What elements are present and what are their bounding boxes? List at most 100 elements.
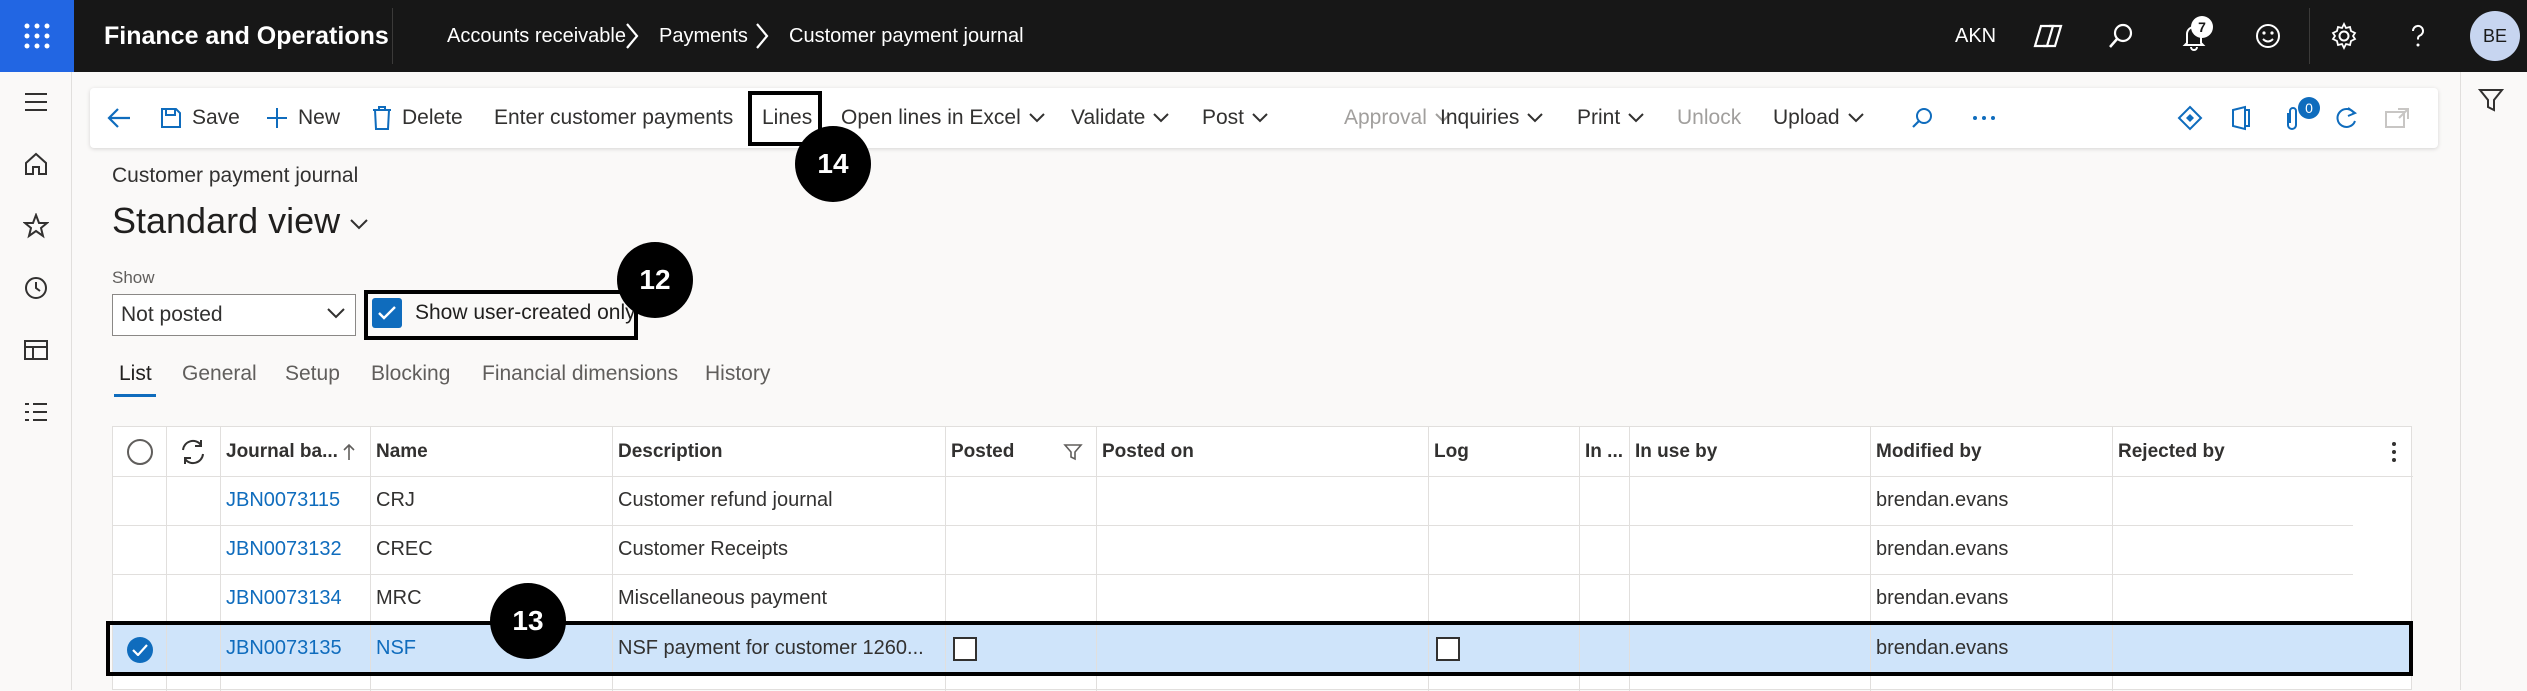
column-header-name[interactable]: Name [370, 427, 610, 477]
chevron-down-icon [1252, 113, 1268, 123]
feedback-smiley-icon[interactable] [2250, 18, 2286, 54]
page-caption: Customer payment journal [112, 164, 359, 187]
column-header-modified-by[interactable]: Modified by [1870, 427, 2110, 477]
post-menu[interactable]: Post [1202, 88, 1278, 148]
column-header-posted[interactable]: Posted [945, 427, 1065, 477]
tab-setup[interactable]: Setup [285, 362, 340, 386]
validate-label: Validate [1071, 106, 1146, 129]
search-icon[interactable] [2103, 18, 2139, 54]
table-row-description: Customer Receipts [618, 538, 789, 560]
action-search-icon[interactable] [1910, 88, 1944, 148]
unlock-button[interactable]: Unlock [1677, 88, 1741, 148]
notification-count-badge: 7 [2191, 16, 2213, 38]
chevron-down-icon [1153, 113, 1170, 123]
filter-funnel-icon[interactable] [2477, 86, 2505, 119]
column-header-journal-batch[interactable]: Journal ba... [220, 427, 340, 477]
chevron-down-icon [1628, 113, 1644, 123]
save-button[interactable]: Save [160, 88, 240, 148]
top-bar: Finance and Operations Accounts receivab… [0, 0, 2527, 72]
user-avatar[interactable]: BE [2470, 11, 2520, 61]
delete-button[interactable]: Delete [372, 88, 463, 148]
refresh-grid-icon[interactable] [179, 438, 207, 471]
column-header-in-use-by[interactable]: In use by [1629, 427, 1869, 477]
new-label: New [298, 106, 341, 129]
breadcrumb-payments[interactable]: Payments [659, 0, 748, 72]
navigation-rail [0, 72, 72, 690]
plus-icon [267, 108, 287, 128]
tab-blocking[interactable]: Blocking [371, 362, 450, 386]
table-row-modified-by: brendan.evans [1876, 489, 2009, 511]
table-row-description: Customer refund journal [618, 489, 833, 511]
table-row-description: Miscellaneous payment [618, 587, 827, 609]
column-filter-icon[interactable] [1063, 442, 1083, 462]
company-picker[interactable]: AKN [1955, 0, 1996, 72]
callout-badge-14: 14 [795, 126, 871, 202]
chevron-right-icon [756, 23, 769, 49]
upload-menu[interactable]: Upload [1773, 88, 1874, 148]
more-options-icon[interactable] [1972, 88, 2006, 148]
table-row-name: CREC [376, 538, 433, 560]
tab-general[interactable]: General [182, 362, 257, 386]
chevron-down-icon [1527, 113, 1544, 123]
table-row-journal-link[interactable]: JBN0073115 [220, 476, 370, 525]
table-row-name: CRJ [376, 489, 415, 511]
recent-clock-icon[interactable] [16, 268, 56, 308]
show-dropdown-value: Not posted [121, 303, 223, 326]
column-header-log[interactable]: Log [1428, 427, 1578, 477]
sort-ascending-icon [343, 443, 355, 460]
modules-list-icon[interactable] [16, 392, 56, 432]
select-all-radio[interactable] [127, 439, 153, 465]
column-header-description[interactable]: Description [612, 427, 942, 477]
copilot-icon[interactable] [2030, 18, 2066, 54]
refresh-icon[interactable] [2333, 88, 2369, 148]
enter-customer-payments-button[interactable]: Enter customer payments [494, 88, 733, 148]
print-label: Print [1577, 106, 1621, 129]
attachments-count-badge: 0 [2298, 97, 2320, 119]
table-row-journal-link[interactable]: JBN0073132 [220, 525, 370, 574]
app-title[interactable]: Finance and Operations [104, 0, 389, 72]
tab-list[interactable]: List [119, 362, 152, 386]
post-label: Post [1202, 106, 1245, 129]
column-header-posted-on[interactable]: Posted on [1096, 427, 1426, 477]
office-icon[interactable] [2230, 88, 2262, 148]
right-rail [2460, 72, 2527, 690]
help-icon[interactable] [2400, 18, 2436, 54]
show-label: Show [112, 268, 155, 287]
back-arrow-icon[interactable] [106, 88, 142, 148]
print-menu[interactable]: Print [1577, 88, 1654, 148]
tab-history[interactable]: History [705, 362, 770, 386]
settings-gear-icon[interactable] [2326, 18, 2362, 54]
column-header-rejected-by[interactable]: Rejected by [2112, 427, 2352, 477]
show-dropdown[interactable]: Not posted [112, 294, 356, 336]
app-launcher-icon[interactable] [0, 0, 74, 72]
hamburger-menu-icon[interactable] [16, 82, 56, 122]
open-in-new-window-icon[interactable] [2384, 88, 2420, 148]
column-header-in-use[interactable]: In ... [1579, 427, 1629, 477]
chevron-down-icon [1847, 113, 1864, 123]
action-pane: Save New Delete Enter customer payments … [90, 88, 2438, 148]
tab-financial-dimensions[interactable]: Financial dimensions [482, 362, 678, 386]
workspaces-icon[interactable] [16, 330, 56, 370]
home-icon[interactable] [16, 144, 56, 184]
chevron-down-icon [327, 308, 345, 319]
callout-badge-13: 13 [490, 583, 566, 659]
new-button[interactable]: New [266, 88, 340, 148]
chevron-right-icon [626, 23, 639, 49]
divider [392, 8, 393, 64]
active-tab-indicator [114, 394, 156, 397]
show-user-created-only-checkbox[interactable]: Show user-created only [372, 298, 636, 328]
power-apps-icon[interactable] [2177, 88, 2213, 148]
table-row-journal-link[interactable]: JBN0073134 [220, 574, 370, 623]
validate-menu[interactable]: Validate [1071, 88, 1179, 148]
column-options-icon[interactable] [2391, 441, 2397, 463]
view-selector[interactable]: Standard view [112, 200, 368, 242]
open-lines-in-excel-menu[interactable]: Open lines in Excel [841, 88, 1055, 148]
callout-badge-12: 12 [617, 242, 693, 318]
breadcrumb-accounts-receivable[interactable]: Accounts receivable [447, 0, 626, 72]
open-lines-in-excel-label: Open lines in Excel [841, 106, 1021, 129]
save-icon [161, 108, 181, 128]
favorites-star-icon[interactable] [16, 206, 56, 246]
inquiries-menu[interactable]: Inquiries [1440, 88, 1553, 148]
divider [2309, 8, 2310, 64]
breadcrumb-customer-payment-journal[interactable]: Customer payment journal [789, 0, 1024, 72]
